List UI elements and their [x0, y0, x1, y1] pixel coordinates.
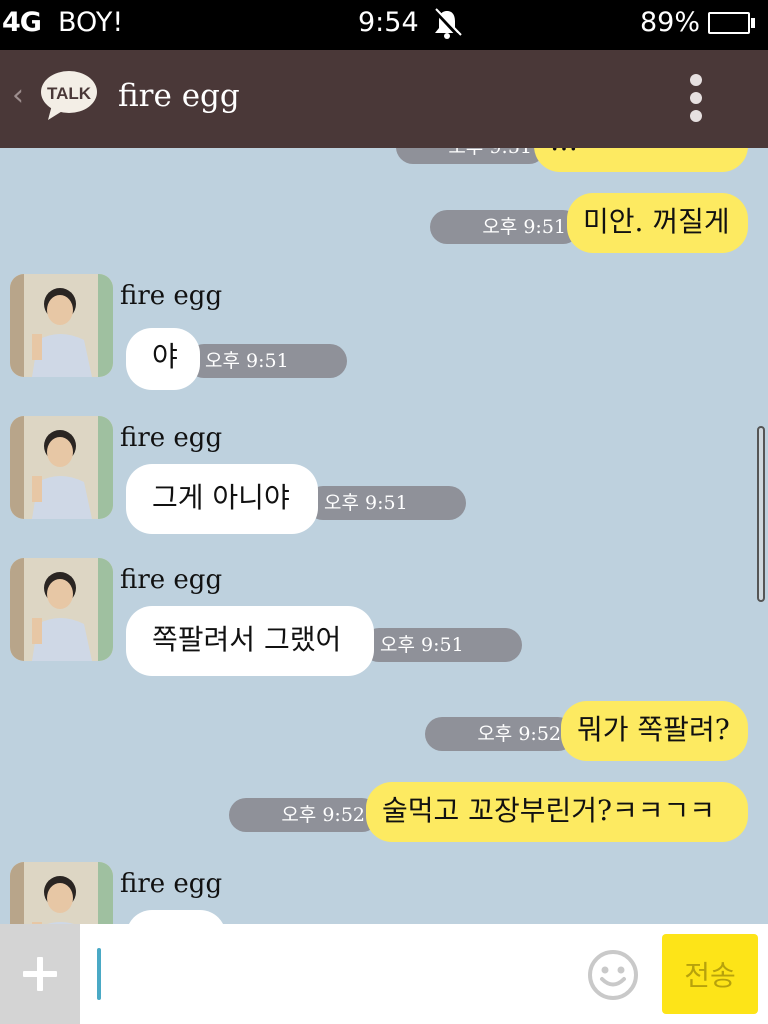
their-message-bubble[interactable] [126, 910, 226, 924]
my-message-bubble[interactable]: 뭐가 쪽팔려? [561, 701, 748, 761]
chat-title: fire egg [118, 78, 240, 114]
my-message-bubble[interactable]: … [534, 148, 748, 172]
message-time: 오후 9:51 [396, 148, 546, 164]
sender-name: fire egg [120, 281, 223, 311]
contact-avatar[interactable] [10, 862, 113, 924]
contact-avatar[interactable] [10, 274, 113, 377]
sender-name: fire egg [120, 565, 223, 595]
text-cursor [97, 948, 101, 1000]
sender-name: fire egg [120, 869, 223, 899]
status-bar: 4G BOY! 9:54 89% [0, 0, 768, 50]
status-time: 9:54 [358, 7, 419, 38]
send-button[interactable]: 전송 [662, 934, 758, 1014]
chat-header: ‹ TALK fire egg [0, 50, 768, 148]
alarm-bell-icon [432, 8, 462, 40]
message-time: 오후 9:51 [362, 628, 522, 662]
message-time: 오후 9:52 [425, 717, 575, 751]
contact-avatar[interactable] [10, 558, 113, 661]
chat-scrollbar[interactable] [757, 426, 765, 602]
their-message-bubble[interactable]: 쪽팔려서 그랬어 [126, 606, 374, 676]
attach-plus-button[interactable] [0, 924, 80, 1024]
my-message-bubble[interactable]: 술먹고 꼬장부린거?ㅋㅋㄱㅋ [366, 782, 748, 842]
message-input[interactable] [84, 930, 578, 1020]
contact-avatar[interactable] [10, 416, 113, 519]
svg-text:TALK: TALK [47, 84, 92, 103]
emoticon-icon[interactable] [586, 948, 640, 1002]
message-time: 오후 9:52 [229, 798, 379, 832]
message-time: 오후 9:51 [430, 210, 580, 244]
chat-area[interactable]: 오후 9:51 … 오후 9:51 미안. 꺼질게 fire egg 오후 9:… [0, 148, 768, 924]
my-message-bubble[interactable]: 미안. 꺼질게 [567, 193, 748, 253]
message-time: 오후 9:51 [306, 486, 466, 520]
message-composer: 전송 [0, 924, 768, 1024]
back-chevron-icon[interactable]: ‹ [12, 78, 24, 113]
message-time: 오후 9:51 [187, 344, 347, 378]
network-type: 4G [2, 7, 42, 38]
carrier-name: BOY! [58, 7, 124, 38]
battery-icon [708, 12, 750, 34]
battery-percent: 89% [640, 7, 701, 38]
their-message-bubble[interactable]: 그게 아니야 [126, 464, 318, 534]
kakaotalk-logo[interactable]: TALK [40, 70, 98, 122]
their-message-bubble[interactable]: 야 [126, 328, 200, 390]
more-options-icon[interactable] [684, 70, 708, 126]
battery-tip [751, 18, 755, 28]
sender-name: fire egg [120, 423, 223, 453]
